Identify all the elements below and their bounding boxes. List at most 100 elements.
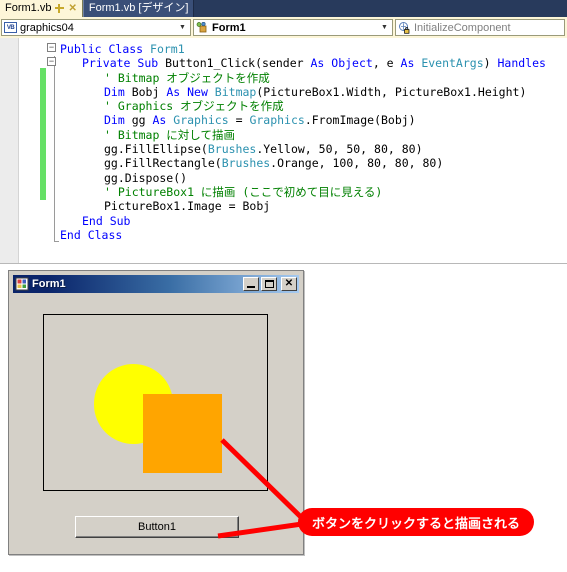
code-token: ): [483, 56, 498, 71]
pin-icon[interactable]: [55, 4, 65, 13]
close-icon[interactable]: ✕: [68, 4, 76, 14]
code-token: Object: [331, 56, 373, 71]
code-token: Dim: [104, 113, 132, 128]
code-token: ' PictureBox1 に描画 (ここで初めて目に見える): [104, 184, 383, 199]
editor-indicator-margin: [0, 38, 19, 263]
code-token: Graphics: [249, 113, 305, 128]
code-token: As New: [166, 84, 215, 99]
code-token: As: [400, 56, 422, 71]
code-token: gg: [131, 113, 153, 128]
outline-collapse-sub[interactable]: −: [47, 57, 56, 66]
code-token: ' Bitmap に対して描画: [104, 127, 235, 142]
outlining-guide-end: [54, 241, 59, 242]
code-editor[interactable]: − − Public Class Form1 Private Sub Button…: [0, 38, 567, 264]
code-line: Private Sub Button1_Click(sender As Obje…: [60, 56, 546, 70]
outline-collapse-class[interactable]: −: [47, 43, 56, 52]
class-combobox-value: Form1: [212, 21, 246, 34]
code-token: Bitmap: [214, 84, 257, 99]
maximize-button[interactable]: [261, 277, 277, 291]
tab-label: Form1.vb: [5, 2, 52, 14]
tab-label: Form1.vb [デザイン]: [88, 2, 189, 14]
chevron-down-icon[interactable]: ▼: [177, 24, 188, 31]
code-token: Class: [87, 227, 123, 242]
code-token: .Yellow, 50, 50, 80, 80): [256, 142, 423, 157]
code-token: gg.FillRectangle(: [104, 156, 222, 171]
form-border: Form1 ✕ Button1: [9, 271, 303, 554]
code-token: PictureBox1.Image = Bobj: [104, 199, 271, 214]
member-combobox-value: InitializeComponent: [414, 21, 511, 34]
code-token: End: [82, 213, 110, 228]
code-line: End Class: [60, 228, 546, 242]
code-token: Private: [82, 56, 138, 71]
locked-method-icon: [398, 21, 411, 34]
code-token: ' Bitmap オブジェクトを作成: [104, 70, 270, 85]
code-line: gg.Dispose(): [60, 171, 546, 185]
button1[interactable]: Button1: [75, 516, 239, 538]
outlining-guide-line: [54, 56, 55, 242]
code-token: .Orange, 100, 80, 80, 80): [270, 156, 444, 171]
code-token: Brushes: [221, 156, 271, 171]
code-line: Public Class Form1: [60, 42, 546, 56]
code-token: Bobj: [131, 84, 167, 99]
code-token: Sub: [109, 213, 131, 228]
minimize-button[interactable]: [243, 277, 259, 291]
tab-form1-vb-design[interactable]: Form1.vb [デザイン]: [82, 0, 195, 17]
code-line: Dim gg As Graphics = Graphics.FromImage(…: [60, 113, 546, 127]
form-client-area: Button1: [13, 294, 299, 550]
code-token: .FromImage(Bobj): [304, 113, 416, 128]
code-token: Sub: [137, 56, 166, 71]
code-line: ' Graphics オブジェクトを作成: [60, 99, 546, 113]
code-line: ' PictureBox1 に描画 (ここで初めて目に見える): [60, 185, 546, 199]
form-class-icon: [196, 21, 209, 33]
code-line: PictureBox1.Image = Bobj: [60, 199, 546, 213]
code-token: As: [310, 56, 332, 71]
code-token: Dim: [104, 84, 132, 99]
chevron-down-icon[interactable]: ▼: [379, 24, 390, 31]
form-title-text: Form1: [32, 278, 66, 290]
code-token: sender: [262, 56, 311, 71]
vb-project-icon: VB: [4, 22, 17, 33]
code-token: Form1: [150, 42, 185, 56]
code-token: EventArgs: [421, 56, 484, 71]
code-token: Class: [108, 42, 151, 56]
code-line: ' Bitmap オブジェクトを作成: [60, 71, 546, 85]
code-line: Dim Bobj As New Bitmap(PictureBox1.Width…: [60, 85, 546, 99]
windows-form-preview: Form1 ✕ Button1: [8, 270, 304, 555]
code-token: Public: [60, 42, 109, 56]
form-title-bar[interactable]: Form1 ✕: [13, 275, 299, 293]
code-token: ' Graphics オブジェクトを作成: [104, 99, 284, 114]
code-token: Graphics: [173, 113, 236, 128]
code-token: =: [235, 113, 250, 128]
form-app-icon: [15, 277, 29, 291]
code-line: gg.FillEllipse(Brushes.Yellow, 50, 50, 8…: [60, 142, 546, 156]
project-combobox[interactable]: VB graphics04 ▼: [1, 19, 191, 36]
code-text: Public Class Form1 Private Sub Button1_Cl…: [60, 42, 546, 242]
code-token: gg.FillEllipse(: [104, 142, 208, 157]
code-line: End Sub: [60, 214, 546, 228]
code-token: , e: [372, 56, 401, 71]
code-token: Handles: [497, 56, 546, 71]
code-token: As: [152, 113, 174, 128]
member-combobox[interactable]: InitializeComponent: [395, 19, 565, 36]
code-token: (PictureBox1.Width, PictureBox1.Height): [256, 84, 527, 99]
code-line: gg.FillRectangle(Brushes.Orange, 100, 80…: [60, 156, 546, 170]
orange-rectangle-shape: [143, 394, 223, 474]
window-controls: ✕: [243, 277, 297, 291]
code-token: Button1_Click(: [165, 56, 263, 71]
tab-form1-vb-code[interactable]: Form1.vb ✕: [0, 0, 83, 17]
close-button[interactable]: ✕: [281, 277, 297, 291]
class-combobox[interactable]: Form1 ▼: [193, 19, 393, 36]
code-token: gg.Dispose(): [104, 170, 188, 185]
annotation-callout: ボタンをクリックすると描画される: [298, 508, 535, 536]
unsaved-changes-indicator: [40, 68, 46, 200]
annotation-callout-text: ボタンをクリックすると描画される: [312, 516, 521, 532]
code-token: Brushes: [207, 142, 257, 157]
code-token: End: [60, 227, 88, 242]
project-combobox-value: graphics04: [20, 21, 74, 34]
visual-studio-ide-panel: Form1.vb ✕ Form1.vb [デザイン] VB graphics04…: [0, 0, 567, 264]
code-navigation-bar: VB graphics04 ▼ Form1 ▼ InitializeCompon…: [0, 17, 567, 38]
code-line: ' Bitmap に対して描画: [60, 128, 546, 142]
button1-label: Button1: [138, 521, 176, 533]
editor-tab-strip: Form1.vb ✕ Form1.vb [デザイン]: [0, 0, 567, 17]
picturebox1[interactable]: [43, 314, 268, 491]
